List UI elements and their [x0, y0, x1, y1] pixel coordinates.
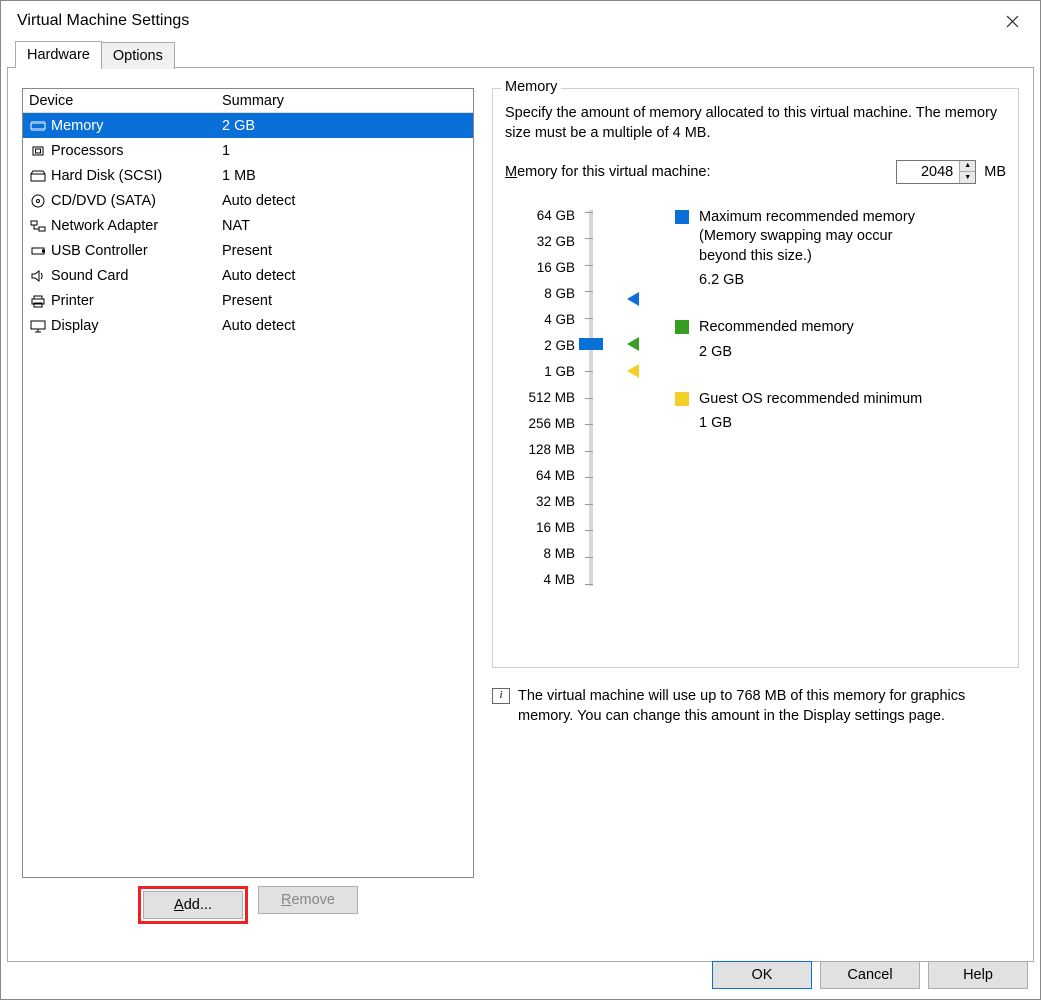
device-name: Memory	[51, 118, 103, 134]
slider-tick-label: 16 GB	[513, 260, 575, 275]
device-name: Sound Card	[51, 268, 128, 284]
slider-tick-label: 64 GB	[513, 208, 575, 223]
legend-min-value: 1 GB	[699, 415, 935, 431]
slider-tick-label: 32 GB	[513, 234, 575, 249]
close-icon	[1006, 15, 1019, 28]
legend-rec-label: Recommended memory	[699, 318, 854, 338]
legend-max-label: Maximum recommended memory	[699, 208, 935, 228]
device-row[interactable]: Memory 2 GB	[23, 113, 473, 138]
printer-icon	[29, 293, 47, 309]
net-icon	[29, 218, 47, 234]
legend-max-value: 6.2 GB	[699, 272, 935, 288]
device-name: USB Controller	[51, 243, 148, 259]
disk-icon	[29, 168, 47, 184]
slider-tick-label: 256 MB	[513, 416, 575, 431]
slider-marker-min-icon	[627, 364, 639, 378]
memory-input-label: Memory for this virtual machine:	[505, 164, 711, 180]
memory-slider[interactable]	[585, 208, 605, 588]
legend-min-label: Guest OS recommended minimum	[699, 390, 922, 410]
memory-icon	[29, 118, 47, 134]
info-icon: i	[492, 688, 510, 704]
memory-legend: Maximum recommended memory (Memory swapp…	[675, 208, 935, 588]
slider-tick-label: 32 MB	[513, 494, 575, 509]
device-summary: Auto detect	[222, 318, 467, 334]
device-row[interactable]: Processors 1	[23, 138, 473, 163]
tab-panel: Device Summary Memory 2 GB Processors 1 Hard…	[7, 67, 1034, 962]
slider-tick-label: 8 MB	[513, 546, 575, 561]
slider-tick-label: 1 GB	[513, 364, 575, 379]
device-table: Device Summary Memory 2 GB Processors 1 Hard…	[22, 88, 474, 878]
memory-group-title: Memory	[501, 79, 561, 95]
device-row[interactable]: CD/DVD (SATA) Auto detect	[23, 188, 473, 213]
legend-swatch-min	[675, 392, 689, 406]
device-summary: 1 MB	[222, 168, 467, 184]
tab-hardware[interactable]: Hardware	[15, 41, 102, 68]
spinner-up-icon[interactable]: ▲	[960, 161, 975, 173]
header-summary[interactable]: Summary	[222, 93, 467, 109]
device-row[interactable]: USB Controller Present	[23, 238, 473, 263]
device-summary: 1	[222, 143, 467, 159]
remove-button[interactable]: Remove	[258, 886, 358, 914]
tab-options[interactable]: Options	[101, 42, 175, 69]
device-name: Printer	[51, 293, 94, 309]
memory-group: Memory Specify the amount of memory allo…	[492, 88, 1019, 668]
device-row[interactable]: Display Auto detect	[23, 313, 473, 338]
device-name: Processors	[51, 143, 124, 159]
legend-swatch-rec	[675, 320, 689, 334]
display-icon	[29, 318, 47, 334]
add-button-highlight: Add...	[138, 886, 248, 924]
slider-tick-label: 8 GB	[513, 286, 575, 301]
slider-tick-label: 64 MB	[513, 468, 575, 483]
memory-unit: MB	[984, 164, 1006, 180]
device-row[interactable]: Network Adapter NAT	[23, 213, 473, 238]
sound-icon	[29, 268, 47, 284]
memory-description: Specify the amount of memory allocated t…	[505, 103, 1006, 144]
memory-info-text: The virtual machine will use up to 768 M…	[518, 686, 1019, 727]
slider-tick-label: 2 GB	[513, 338, 575, 353]
help-button[interactable]: Help	[928, 961, 1028, 989]
slider-marker-column	[615, 208, 645, 588]
dialog-buttons: OK Cancel Help	[712, 961, 1028, 989]
device-name: Display	[51, 318, 99, 334]
cancel-button[interactable]: Cancel	[820, 961, 920, 989]
device-name: Hard Disk (SCSI)	[51, 168, 162, 184]
legend-rec-value: 2 GB	[699, 344, 935, 360]
device-name: CD/DVD (SATA)	[51, 193, 156, 209]
device-table-header: Device Summary	[23, 89, 473, 113]
add-button[interactable]: Add...	[143, 891, 243, 919]
slider-tick-label: 4 MB	[513, 572, 575, 587]
device-summary: Auto detect	[222, 193, 467, 209]
device-summary: Present	[222, 243, 467, 259]
slider-tick-label: 512 MB	[513, 390, 575, 405]
slider-labels: 64 GB 32 GB 16 GB 8 GB 4 GB 2 GB 1 GB 512 MB 256…	[513, 208, 575, 588]
memory-spinner[interactable]: ▲ ▼	[896, 160, 976, 184]
device-name: Network Adapter	[51, 218, 158, 234]
device-row[interactable]: Printer Present	[23, 288, 473, 313]
cd-icon	[29, 193, 47, 209]
window-title: Virtual Machine Settings	[17, 12, 189, 30]
device-row[interactable]: Sound Card Auto detect	[23, 263, 473, 288]
cpu-icon	[29, 143, 47, 159]
slider-thumb-icon[interactable]	[579, 338, 603, 350]
device-summary: NAT	[222, 218, 467, 234]
slider-tick-label: 128 MB	[513, 442, 575, 457]
memory-input[interactable]	[897, 161, 959, 183]
device-summary: Present	[222, 293, 467, 309]
slider-tick-label: 16 MB	[513, 520, 575, 535]
device-summary: Auto detect	[222, 268, 467, 284]
slider-tick-label: 4 GB	[513, 312, 575, 327]
legend-swatch-max	[675, 210, 689, 224]
slider-marker-rec-icon	[627, 337, 639, 351]
header-device[interactable]: Device	[29, 93, 222, 109]
slider-marker-maxRec-icon	[627, 292, 639, 306]
device-summary: 2 GB	[222, 118, 467, 134]
close-button[interactable]	[992, 5, 1032, 37]
device-row[interactable]: Hard Disk (SCSI) 1 MB	[23, 163, 473, 188]
legend-max-sub: (Memory swapping may occur beyond this s…	[699, 227, 935, 266]
usb-icon	[29, 243, 47, 259]
ok-button[interactable]: OK	[712, 961, 812, 989]
spinner-down-icon[interactable]: ▼	[960, 172, 975, 183]
tab-strip: Hardware Options	[15, 41, 1040, 68]
